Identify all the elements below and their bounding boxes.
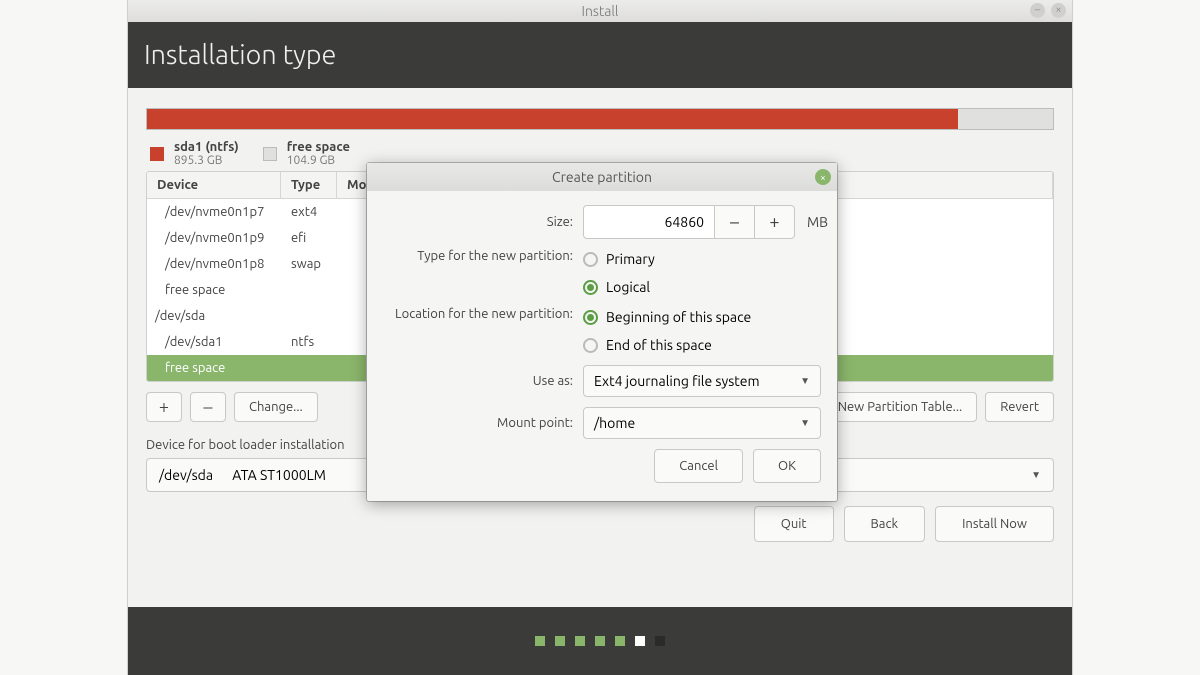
header-bar: Installation type — [128, 22, 1072, 88]
cell-device: free space — [147, 359, 281, 377]
dialog-title: Create partition — [552, 169, 652, 185]
remove-partition-button[interactable]: – — [190, 392, 226, 422]
legend-swatch-red — [150, 147, 164, 161]
size-label: Size: — [383, 215, 583, 229]
progress-dot — [615, 636, 625, 646]
dialog-close-icon[interactable]: × — [815, 169, 831, 185]
chevron-down-icon: ▼ — [800, 417, 810, 429]
size-increment-button[interactable]: + — [755, 205, 795, 239]
location-label: Location for the new partition: — [383, 307, 583, 321]
col-device[interactable]: Device — [147, 172, 281, 198]
dialog-titlebar: Create partition × — [367, 163, 837, 191]
size-decrement-button[interactable]: – — [715, 205, 755, 239]
cell-type: efi — [281, 229, 337, 247]
cell-device: free space — [147, 281, 281, 299]
legend-label: sda1 (ntfs) — [174, 140, 239, 154]
disk-used-segment — [147, 109, 958, 129]
mount-point-label: Mount point: — [383, 416, 583, 430]
cell-type: ntfs — [281, 333, 337, 351]
mount-point-value: /home — [594, 415, 635, 431]
cell-type: ext4 — [281, 203, 337, 221]
progress-dot — [635, 636, 645, 646]
wizard-actions: Quit Back Install Now — [146, 506, 1054, 542]
disk-free-segment — [958, 109, 1053, 129]
progress-dot — [535, 636, 545, 646]
legend-size: 104.9 GB — [287, 154, 350, 167]
legend-size: 895.3 GB — [174, 154, 239, 167]
disk-usage-bar — [146, 108, 1054, 130]
chevron-down-icon: ▼ — [800, 375, 810, 387]
page-title: Installation type — [144, 40, 336, 70]
back-button[interactable]: Back — [844, 506, 926, 542]
cell-device: /dev/nvme0n1p9 — [147, 229, 281, 247]
boot-device-value: /dev/sda ATA ST1000LM — [159, 467, 326, 483]
cell-type — [281, 307, 337, 325]
install-now-button[interactable]: Install Now — [935, 506, 1054, 542]
size-unit: MB — [807, 214, 828, 230]
ok-button[interactable]: OK — [753, 449, 821, 483]
progress-dots — [128, 607, 1072, 675]
cell-type — [281, 359, 337, 377]
revert-button[interactable]: Revert — [985, 392, 1054, 422]
cell-type: swap — [281, 255, 337, 273]
logical-radio[interactable]: Logical — [583, 279, 650, 295]
window-titlebar: Install – × — [128, 0, 1072, 22]
add-partition-button[interactable]: + — [146, 392, 182, 422]
window-title: Install — [582, 3, 619, 19]
progress-dot — [575, 636, 585, 646]
minimize-icon[interactable]: – — [1030, 3, 1045, 18]
cell-type — [281, 281, 337, 299]
close-icon[interactable]: × — [1051, 3, 1066, 18]
end-radio[interactable]: End of this space — [583, 337, 712, 353]
cell-device: /dev/sda1 — [147, 333, 281, 351]
cancel-button[interactable]: Cancel — [654, 449, 743, 483]
mount-point-dropdown[interactable]: /home ▼ — [583, 407, 821, 439]
partition-type-label: Type for the new partition: — [383, 249, 583, 263]
use-as-label: Use as: — [383, 374, 583, 388]
size-input[interactable] — [583, 205, 715, 239]
create-partition-dialog: Create partition × Size: – + MB Type for… — [367, 163, 837, 501]
use-as-dropdown[interactable]: Ext4 journaling file system ▼ — [583, 365, 821, 397]
quit-button[interactable]: Quit — [754, 506, 834, 542]
col-type[interactable]: Type — [281, 172, 337, 198]
chevron-down-icon: ▼ — [1031, 469, 1041, 481]
beginning-radio[interactable]: Beginning of this space — [583, 309, 751, 325]
progress-dot — [595, 636, 605, 646]
new-partition-table-button[interactable]: New Partition Table... — [823, 392, 978, 422]
cell-device: /dev/nvme0n1p8 — [147, 255, 281, 273]
legend-label: free space — [287, 140, 350, 154]
change-partition-button[interactable]: Change... — [234, 392, 318, 422]
progress-dot — [555, 636, 565, 646]
primary-radio[interactable]: Primary — [583, 251, 655, 267]
cell-device: /dev/sda — [147, 307, 281, 325]
progress-dot — [655, 636, 665, 646]
legend-swatch-grey — [263, 147, 277, 161]
use-as-value: Ext4 journaling file system — [594, 373, 760, 389]
cell-device: /dev/nvme0n1p7 — [147, 203, 281, 221]
